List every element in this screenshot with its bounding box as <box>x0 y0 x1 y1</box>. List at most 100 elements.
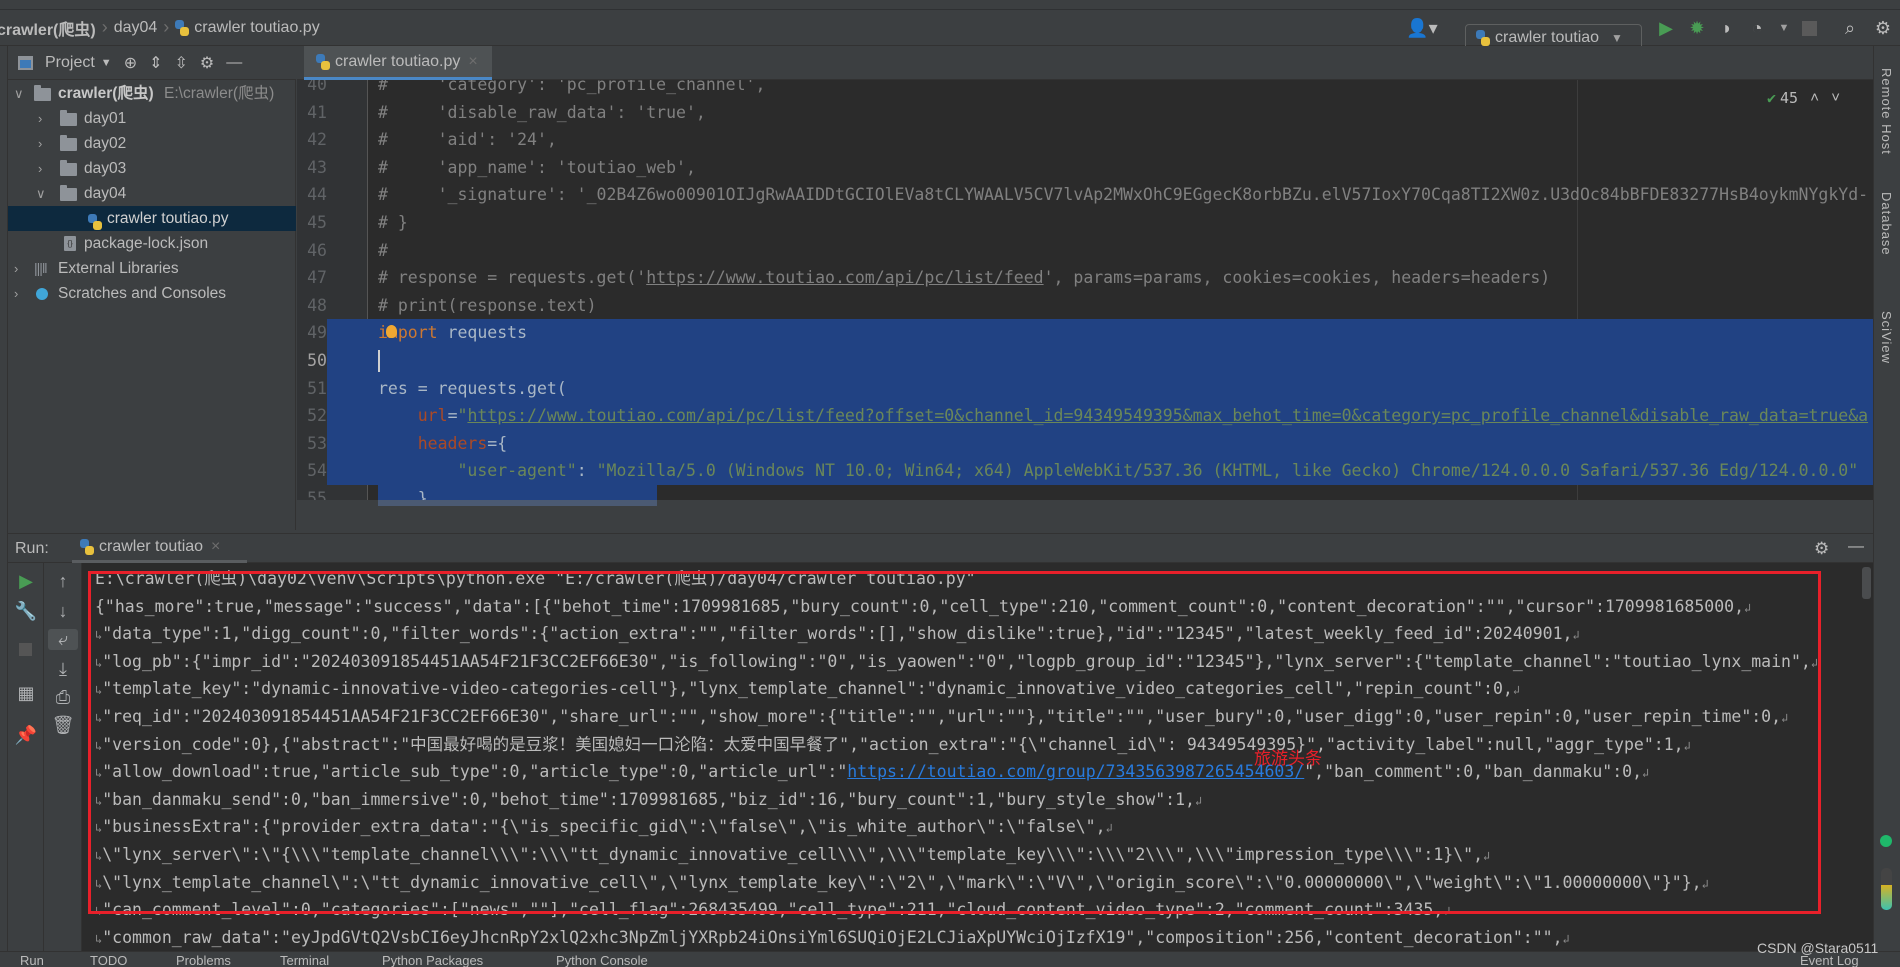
code-line[interactable]: 44 # '_signature': '_02B4Z6wo00901OIJgRwA… <box>297 181 1873 209</box>
code-editor[interactable]: 40 # 'category': 'pc_profile_channel', 41 #… <box>297 80 1873 500</box>
chevron-down-icon[interactable]: ▼ <box>1771 10 1797 46</box>
chevron-right-icon[interactable]: › <box>14 256 18 281</box>
python-file-icon <box>175 19 190 36</box>
project-view-selector[interactable]: Project <box>45 54 95 72</box>
code-token: # 'aid': '24', <box>378 130 557 150</box>
stop-icon[interactable] <box>1802 21 1817 36</box>
code-text: # <box>378 237 388 265</box>
code-line[interactable]: 53 headers={ <box>297 429 1873 458</box>
gear-icon[interactable]: ⚙ <box>200 53 214 73</box>
locate-icon[interactable]: ⊕ <box>124 53 137 73</box>
scroll-to-end-icon[interactable]: ⤓ <box>48 659 78 680</box>
breadcrumb-file[interactable]: crawler toutiao.py <box>194 19 319 37</box>
chevron-right-icon[interactable]: › <box>38 156 42 181</box>
tree-item-scratches[interactable]: › Scratches and Consoles <box>8 281 296 306</box>
code-line[interactable]: 43 # 'app_name': 'toutiao_web', <box>297 154 1873 182</box>
bottom-tab-run[interactable]: Run <box>20 953 44 967</box>
wrench-icon[interactable]: 🔧 <box>11 601 41 622</box>
bottom-tab-python-console[interactable]: Python Console <box>556 953 648 967</box>
code-line[interactable]: 46 # <box>297 237 1873 265</box>
code-line[interactable]: 55 } <box>297 485 1873 500</box>
code-line[interactable]: 50 <box>297 347 1873 375</box>
line-number: 51 <box>297 374 327 403</box>
code-line[interactable]: 54 "user-agent": "Mozilla/5.0 (Windows N… <box>297 457 1873 485</box>
code-token: = <box>447 406 458 426</box>
expand-all-icon[interactable]: ⇕ <box>149 53 162 73</box>
code-line[interactable]: 51 res = requests.get( <box>297 374 1873 403</box>
sciview-tool-button[interactable]: SciView <box>1879 311 1894 364</box>
layout-icon[interactable]: ▦ <box>11 683 41 704</box>
line-number: 40 <box>307 80 327 94</box>
trash-icon[interactable]: 🗑 <box>48 715 78 736</box>
code-line[interactable]: 42 # 'aid': '24', <box>297 126 1873 154</box>
console-scrollbar[interactable] <box>1862 567 1871 599</box>
breadcrumb-separator: › <box>101 17 108 37</box>
coverage-icon[interactable]: ◗ <box>1714 10 1740 46</box>
close-icon[interactable]: × <box>468 53 477 71</box>
arrow-up-icon[interactable]: ↑ <box>48 571 78 592</box>
tree-item-root[interactable]: ∨ crawler(爬虫) E:\crawler(爬虫) <box>8 81 296 106</box>
tree-item-day04[interactable]: ∨ day04 <box>8 181 296 206</box>
code-line[interactable]: 40 # 'category': 'pc_profile_channel', <box>297 80 1873 99</box>
code-line[interactable]: 49 import requests <box>297 319 1873 347</box>
remote-host-tool-button[interactable]: Remote Host <box>1879 68 1894 155</box>
breadcrumb-project[interactable]: crawler(爬虫) <box>0 16 96 40</box>
editor-horizontal-scroll-area <box>297 500 1873 533</box>
code-line[interactable]: 48 # print(response.text) <box>297 292 1873 320</box>
tree-item-external-libraries[interactable]: › |||‖ External Libraries <box>8 256 296 281</box>
stop-icon[interactable] <box>19 643 32 656</box>
annotation-label: 旅游头条 <box>1254 749 1322 768</box>
run-panel-header: Run: crawler toutiao × ⚙ — <box>8 533 1873 563</box>
gear-icon[interactable]: ⚙ <box>1814 539 1829 559</box>
chevron-up-icon[interactable]: ˄ <box>1810 88 1819 107</box>
gear-icon[interactable]: ⚙ <box>1870 10 1896 46</box>
bottom-tab-problems[interactable]: Problems <box>176 953 231 967</box>
debug-icon[interactable]: ✹ <box>1684 10 1710 46</box>
soft-wrap-icon[interactable]: ⤶ <box>48 629 78 650</box>
chevron-right-icon[interactable]: › <box>38 106 42 131</box>
chevron-right-icon[interactable]: › <box>14 281 18 306</box>
vcs-user-icon[interactable]: 👤▾ <box>1405 10 1439 46</box>
search-icon[interactable]: ⌕ <box>1837 10 1863 46</box>
print-icon[interactable]: ⎙ <box>48 687 78 708</box>
intention-bulb-icon[interactable] <box>386 325 397 339</box>
tree-item-crawler-toutiao[interactable]: crawler toutiao.py <box>8 206 296 231</box>
folder-icon <box>60 160 77 176</box>
run-icon[interactable]: ▶ <box>1653 10 1679 46</box>
chevron-down-icon[interactable]: ˅ <box>1831 88 1840 107</box>
tree-item-day03[interactable]: › day03 <box>8 156 296 181</box>
code-line[interactable]: 52 url="https://www.toutiao.com/api/pc/l… <box>297 402 1873 430</box>
code-line[interactable]: 47 # response = requests.get('https://www… <box>297 264 1873 292</box>
tree-item-day01[interactable]: › day01 <box>8 106 296 131</box>
bottom-tab-python-packages[interactable]: Python Packages <box>382 953 483 967</box>
arrow-down-icon[interactable]: ↓ <box>48 601 78 622</box>
chevron-down-icon[interactable]: ∨ <box>36 181 46 206</box>
pin-icon[interactable]: 📌 <box>11 725 41 746</box>
code-line[interactable]: 45 # } <box>297 209 1873 237</box>
bottom-tab-todo[interactable]: TODO <box>90 953 127 967</box>
close-icon[interactable]: × <box>211 538 220 556</box>
project-icon <box>18 55 33 70</box>
bottom-tab-terminal[interactable]: Terminal <box>280 953 329 967</box>
database-tool-button[interactable]: Database <box>1879 192 1894 256</box>
chevron-down-icon[interactable]: ▼ <box>101 57 112 69</box>
chevron-down-icon[interactable]: ∨ <box>14 81 24 106</box>
profile-icon[interactable]: ◔ <box>1744 10 1770 46</box>
editor-tab-bar: crawler toutiao.py × <box>297 46 1873 80</box>
minimize-icon[interactable]: — <box>1848 538 1864 556</box>
code-line[interactable]: 41 # 'disable_raw_data': 'true', <box>297 99 1873 127</box>
tree-item-package-lock[interactable]: {} package-lock.json <box>8 231 296 256</box>
tree-item-label: External Libraries <box>58 260 179 277</box>
rerun-icon[interactable]: ▶ <box>11 571 41 592</box>
chevron-right-icon[interactable]: › <box>38 131 42 156</box>
editor-tab-crawler-toutiao[interactable]: crawler toutiao.py × <box>304 46 492 80</box>
run-tab-crawler-toutiao[interactable]: crawler toutiao × <box>72 534 247 563</box>
tree-item-day02[interactable]: › day02 <box>8 131 296 156</box>
breadcrumb-folder[interactable]: day04 <box>114 19 158 37</box>
inspection-widget[interactable]: ✔ 45 ˄ ˅ <box>1767 88 1840 107</box>
collapse-all-icon[interactable]: ⇳ <box>175 53 188 73</box>
check-icon: ✔ <box>1767 88 1777 107</box>
hide-icon[interactable]: — <box>226 54 242 72</box>
horizontal-scrollbar[interactable] <box>378 500 657 506</box>
